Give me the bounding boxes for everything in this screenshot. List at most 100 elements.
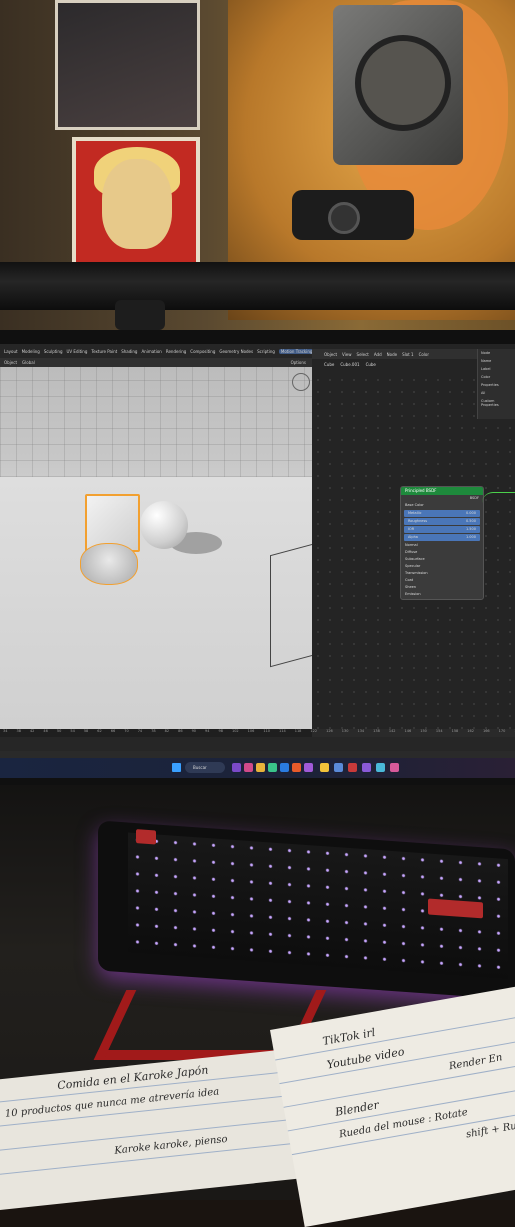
sidebar-custom-properties[interactable]: Custom Properties xyxy=(478,397,515,409)
timeline-tick-label: 114 xyxy=(279,729,286,733)
tab-sculpting[interactable]: Sculpting xyxy=(44,349,63,354)
timeline-tick-label: 50 xyxy=(56,729,62,733)
tab-texture-paint[interactable]: Texture Paint xyxy=(91,349,117,354)
3d-viewport[interactable] xyxy=(0,367,312,729)
bsdf-input-value: 1.500 xyxy=(465,527,476,531)
windows-taskbar: Buscar xyxy=(0,758,515,778)
principled-bsdf-node[interactable]: Principled BSDF BSDF Base Color Metallic 0… xyxy=(400,486,484,600)
bsdf-input-label: Diffuse xyxy=(405,550,418,554)
options-menu[interactable]: Options xyxy=(291,360,306,365)
timeline-track[interactable] xyxy=(0,737,515,751)
tab-rendering[interactable]: Rendering xyxy=(166,349,186,354)
bsdf-input-row[interactable]: Base Color xyxy=(401,502,483,509)
object-mode-menu[interactable]: Object xyxy=(4,360,17,365)
bsdf-input-label: Coat xyxy=(405,578,414,582)
webcam xyxy=(292,190,414,240)
node-select-menu[interactable]: Select xyxy=(357,352,369,357)
bsdf-input-row[interactable]: Emission xyxy=(401,591,483,598)
breadcrumb-mesh: Cube.001 xyxy=(340,362,360,367)
bsdf-input-label: Emission xyxy=(405,592,421,596)
app-icon[interactable] xyxy=(320,763,329,772)
bsdf-input-row[interactable]: Subsurface xyxy=(401,556,483,563)
camera-bounds-wire xyxy=(270,538,312,668)
timeline-tick-label: 138 xyxy=(373,729,380,733)
taskbar-search[interactable]: Buscar xyxy=(185,762,225,773)
bsdf-input-row[interactable]: Transmission xyxy=(401,570,483,577)
bsdf-input-row[interactable]: IOR 1.500 xyxy=(404,526,480,533)
app-icon[interactable] xyxy=(280,763,289,772)
app-icon[interactable] xyxy=(232,763,241,772)
tab-compositing[interactable]: Compositing xyxy=(190,349,215,354)
app-icon[interactable] xyxy=(362,763,371,772)
timeline-tick-label: 62 xyxy=(97,729,102,733)
note-line: TikTok irl xyxy=(321,1025,377,1048)
app-icon[interactable] xyxy=(348,763,357,772)
tab-modeling[interactable]: Modeling xyxy=(22,349,40,354)
transform-orientation-menu[interactable]: Global xyxy=(22,360,35,365)
app-icon[interactable] xyxy=(390,763,399,772)
tab-layout[interactable]: Layout xyxy=(4,349,18,354)
app-icon[interactable] xyxy=(244,763,253,772)
app-icon[interactable] xyxy=(304,763,313,772)
timeline-tick-label: 46 xyxy=(43,729,48,733)
bsdf-input-row[interactable]: Normal xyxy=(401,542,483,549)
tab-geometry-nodes[interactable]: Geometry Nodes xyxy=(219,349,253,354)
suzanne-mesh[interactable] xyxy=(80,543,138,585)
app-icon[interactable] xyxy=(334,763,343,772)
timeline-tick-label: 34 xyxy=(3,729,8,733)
bsdf-input-label: Subsurface xyxy=(405,557,425,561)
bsdf-input-row[interactable]: Sheen xyxy=(401,584,483,591)
uv-sphere[interactable] xyxy=(140,501,188,549)
timeline-tick-label: 146 xyxy=(404,729,412,733)
viewport-header: Object Global Options xyxy=(0,358,312,367)
bsdf-output-socket[interactable]: BSDF xyxy=(401,495,483,502)
notebook-right-page: TikTok irl Youtube video Blender Rueda d… xyxy=(270,984,515,1227)
slot-selector[interactable]: Slot 1 xyxy=(402,352,413,357)
bsdf-input-row[interactable]: Diffuse xyxy=(401,549,483,556)
shader-node-editor[interactable]: Object View Select Add Node Slot 1 Color… xyxy=(312,344,515,729)
blender-icon[interactable] xyxy=(292,763,301,772)
sidebar-properties-panel[interactable]: Properties xyxy=(478,381,515,389)
node-object-menu[interactable]: Object xyxy=(324,352,337,357)
anime-poster-top xyxy=(55,0,200,130)
windows-start-icon[interactable] xyxy=(172,763,181,772)
timeline-tick-label: 106 xyxy=(247,729,255,733)
sidebar-color-toggle[interactable]: Color xyxy=(478,373,515,381)
app-icon[interactable] xyxy=(376,763,385,772)
node-view-menu[interactable]: View xyxy=(342,352,352,357)
node-rows: Base Color Metallic 0.000 Roughness 0.500 IOR… xyxy=(401,502,483,599)
webcam-lens xyxy=(328,202,360,234)
bsdf-input-label: Sheen xyxy=(405,585,416,589)
timeline-tick-label: 118 xyxy=(294,729,302,733)
bsdf-input-row[interactable]: Metallic 0.000 xyxy=(404,510,480,517)
material-selector[interactable]: Color xyxy=(419,352,429,357)
bsdf-input-row[interactable]: Roughness 0.500 xyxy=(404,518,480,525)
bsdf-input-row[interactable]: Specular xyxy=(401,563,483,570)
tab-scripting[interactable]: Scripting xyxy=(257,349,275,354)
browser-icon[interactable] xyxy=(268,763,277,772)
timeline-tick-label: 150 xyxy=(420,729,427,733)
bsdf-input-label: Base Color xyxy=(405,503,424,507)
tab-shading[interactable]: Shading xyxy=(121,349,137,354)
sidebar-all-field[interactable]: All xyxy=(478,389,515,397)
tab-animation[interactable]: Animation xyxy=(141,349,161,354)
timeline-tick-label: 82 xyxy=(164,729,170,733)
file-explorer-icon[interactable] xyxy=(256,763,265,772)
tab-motion-tracking[interactable]: Motion Tracking xyxy=(278,348,315,354)
timeline-tick-label: 78 xyxy=(151,729,156,733)
mount-ring xyxy=(355,35,451,131)
tab-uv-editing[interactable]: UV Editing xyxy=(67,349,88,354)
timeline-tick-label: 130 xyxy=(341,729,349,733)
navigation-gizmo-icon[interactable] xyxy=(292,373,310,391)
timeline: 34 38 42 46 50 54 58 62 66 70 74 78 82 86 90 94 98 102 106… xyxy=(0,729,515,751)
bsdf-input-row[interactable]: Coat xyxy=(401,577,483,584)
node-add-menu[interactable]: Add xyxy=(374,352,382,357)
timeline-tick-label: 90 xyxy=(191,729,197,733)
sidebar-label-field[interactable]: Label xyxy=(478,365,515,373)
node-node-menu[interactable]: Node xyxy=(387,352,397,357)
timeline-tick-label: 38 xyxy=(16,729,21,733)
sidebar-name-field[interactable]: Name xyxy=(478,357,515,365)
bsdf-input-row[interactable]: Thin Film xyxy=(401,598,483,599)
bsdf-input-row[interactable]: Alpha 1.000 xyxy=(404,534,480,541)
sidebar-node-tab[interactable]: Node xyxy=(478,349,515,357)
